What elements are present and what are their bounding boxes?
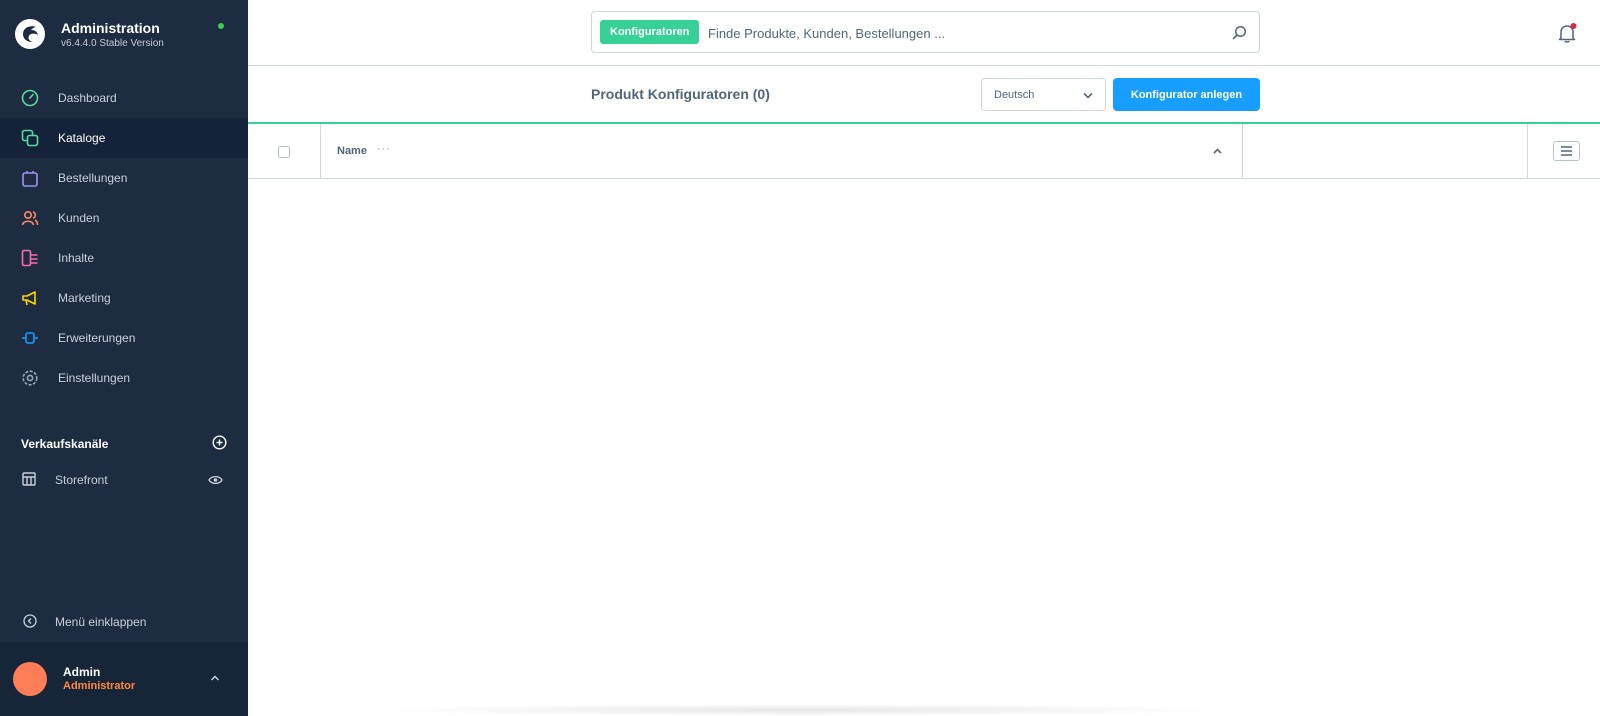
customers-icon (21, 210, 39, 226)
marketing-megaphone-icon (22, 291, 36, 306)
sidebar-item-label: Marketing (58, 291, 111, 305)
notification-bell-icon[interactable] (1556, 22, 1578, 44)
column-header-empty (1243, 124, 1528, 178)
app-version: v6.4.4.0 Stable Version (61, 38, 164, 49)
menu-lines-icon (1561, 146, 1572, 156)
sidebar-item-inhalte[interactable]: Inhalte (0, 238, 248, 278)
sidebar-item-label: Kunden (58, 211, 100, 225)
catalog-icon (21, 129, 39, 147)
collapse-menu-button[interactable]: Menü einklappen (0, 610, 248, 634)
sales-channel-storefront[interactable]: Storefront (0, 465, 248, 493)
sidebar-item-label: Dashboard (58, 91, 117, 105)
sidebar-item-label: Einstellungen (58, 371, 131, 385)
storefront-icon (22, 472, 36, 486)
app-title: Administration (61, 20, 160, 36)
sidebar-item-kunden[interactable]: Kunden (0, 198, 248, 238)
main-nav: Dashboard Kataloge Bestellungen Kunden I… (0, 78, 248, 398)
sidebar-item-bestellungen[interactable]: Bestellungen (0, 158, 248, 198)
sales-channel-label: Storefront (55, 473, 108, 487)
column-more-button[interactable]: ··· (377, 143, 391, 155)
search-icon[interactable] (1232, 25, 1247, 40)
select-all-checkbox[interactable] (278, 146, 290, 158)
sidebar-item-label: Bestellungen (58, 171, 128, 185)
extensions-plug-icon (22, 332, 38, 344)
user-role: Administrator (63, 680, 136, 692)
settings-gear-icon (22, 370, 38, 386)
page-title: Produkt Konfiguratoren (0) (591, 86, 770, 102)
search-type-chip[interactable]: Konfiguratoren (600, 20, 700, 44)
sales-channels-title: Verkaufskanäle (21, 437, 109, 451)
user-profile[interactable]: Admin Administrator (0, 642, 248, 716)
sort-ascending-icon[interactable] (1213, 148, 1222, 154)
language-value: Deutsch (994, 89, 1035, 101)
avatar (13, 662, 47, 696)
sidebar-item-label: Kataloge (58, 131, 106, 145)
status-dot (218, 23, 224, 29)
grid-settings-button[interactable] (1553, 141, 1580, 161)
global-search: Konfiguratoren (591, 11, 1260, 53)
sidebar-item-einstellungen[interactable]: Einstellungen (0, 358, 248, 398)
sidebar-item-label: Erweiterungen (58, 331, 136, 345)
smart-bar: Produkt Konfiguratoren (0) Deutsch Konfi… (248, 66, 1600, 124)
select-all-cell (248, 124, 321, 178)
sidebar-item-erweiterungen[interactable]: Erweiterungen (0, 318, 248, 358)
create-configurator-button[interactable]: Konfigurator anlegen (1113, 78, 1260, 111)
sidebar-item-dashboard[interactable]: Dashboard (0, 78, 248, 118)
sidebar-item-label: Inhalte (58, 251, 95, 265)
user-name: Admin (63, 665, 101, 679)
orders-bag-icon (22, 171, 38, 187)
column-header-label: Name (337, 145, 367, 157)
chevron-down-icon (1083, 92, 1093, 99)
sales-channels-header: Verkaufskanäle (21, 435, 227, 451)
search-input[interactable] (708, 22, 1208, 44)
column-header-name[interactable]: Name ··· (321, 124, 1243, 178)
chevron-up-icon (210, 675, 220, 681)
chevron-left-circle-icon (23, 614, 37, 628)
sidebar: Administration v6.4.4.0 Stable Version D… (0, 0, 248, 716)
sidebar-item-marketing[interactable]: Marketing (0, 278, 248, 318)
shopware-logo-icon[interactable] (14, 18, 46, 50)
dashboard-gauge-icon (21, 89, 39, 107)
content-icon (21, 249, 38, 267)
content-shadow (370, 704, 1230, 716)
language-select[interactable]: Deutsch (981, 78, 1106, 111)
eye-icon[interactable] (208, 474, 223, 486)
brand-header: Administration v6.4.4.0 Stable Version (0, 0, 248, 72)
top-bar: Konfiguratoren (248, 0, 1600, 66)
collapse-menu-label: Menü einklappen (55, 615, 147, 629)
sidebar-item-kataloge[interactable]: Kataloge (0, 118, 248, 158)
add-circle-icon[interactable] (212, 435, 227, 450)
data-grid-header: Name ··· (248, 124, 1600, 179)
